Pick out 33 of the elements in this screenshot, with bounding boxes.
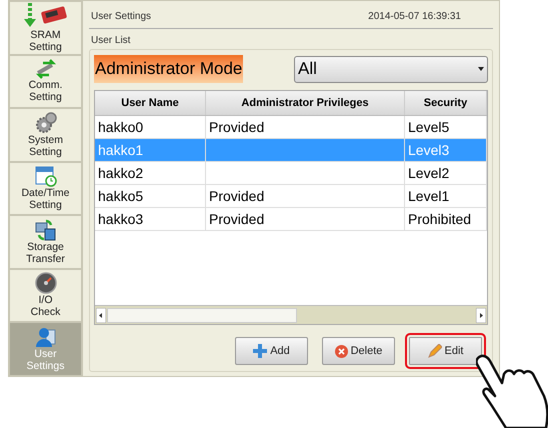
sidebar-item[interactable]: Comm. Setting: [9, 54, 82, 108]
table-cell-text: Provided: [209, 118, 264, 136]
table-cell-text: Level1: [408, 186, 450, 206]
screen-title: User Settings: [91, 10, 152, 24]
table-cell-text: Level5: [408, 118, 450, 136]
date-time: 2014-05-07 16:39:31: [368, 10, 461, 24]
sidebar-item[interactable]: SRAM Setting: [9, 1, 82, 54]
sidebar-item[interactable]: Date/Time Setting: [9, 162, 82, 215]
table-row[interactable]: hakko2 Level2: [95, 162, 487, 185]
table-row[interactable]: hakko5 Provided Level1: [95, 185, 487, 208]
sidebar-item[interactable]: Storage Transfer: [9, 215, 82, 268]
filter-dropdown[interactable]: All: [294, 56, 488, 82]
table-cell-text: Level2: [408, 164, 450, 182]
table-cell-text: hakko1: [98, 140, 144, 160]
column-header[interactable]: User Name: [95, 91, 206, 115]
table-cell-text: Provided: [209, 186, 264, 206]
add-button[interactable]: Add: [235, 337, 308, 365]
table-row[interactable]: hakko3 Provided Prohibited: [95, 208, 487, 231]
mode-label: Administrator Mode: [94, 55, 244, 83]
table-cell-text: hakko3: [98, 210, 144, 228]
edit-button[interactable]: Edit: [405, 333, 486, 369]
table-cell-text: Level3: [408, 140, 450, 160]
column-header[interactable]: Administrator Privileges: [206, 91, 405, 115]
sidebar-item[interactable]: System Setting: [9, 108, 82, 162]
table-cell-text: hakko5: [98, 186, 144, 206]
table-cell-text: hakko0: [98, 118, 144, 136]
table-cell-text: Provided: [209, 210, 264, 228]
column-header[interactable]: Security: [405, 91, 487, 115]
delete-button[interactable]: Delete: [322, 337, 395, 365]
table-cell-text: Prohibited: [408, 210, 472, 228]
group-title: User List: [90, 34, 132, 48]
table-cell-text: hakko2: [98, 164, 144, 182]
sidebar-item[interactable]: I/O Check: [9, 268, 82, 322]
